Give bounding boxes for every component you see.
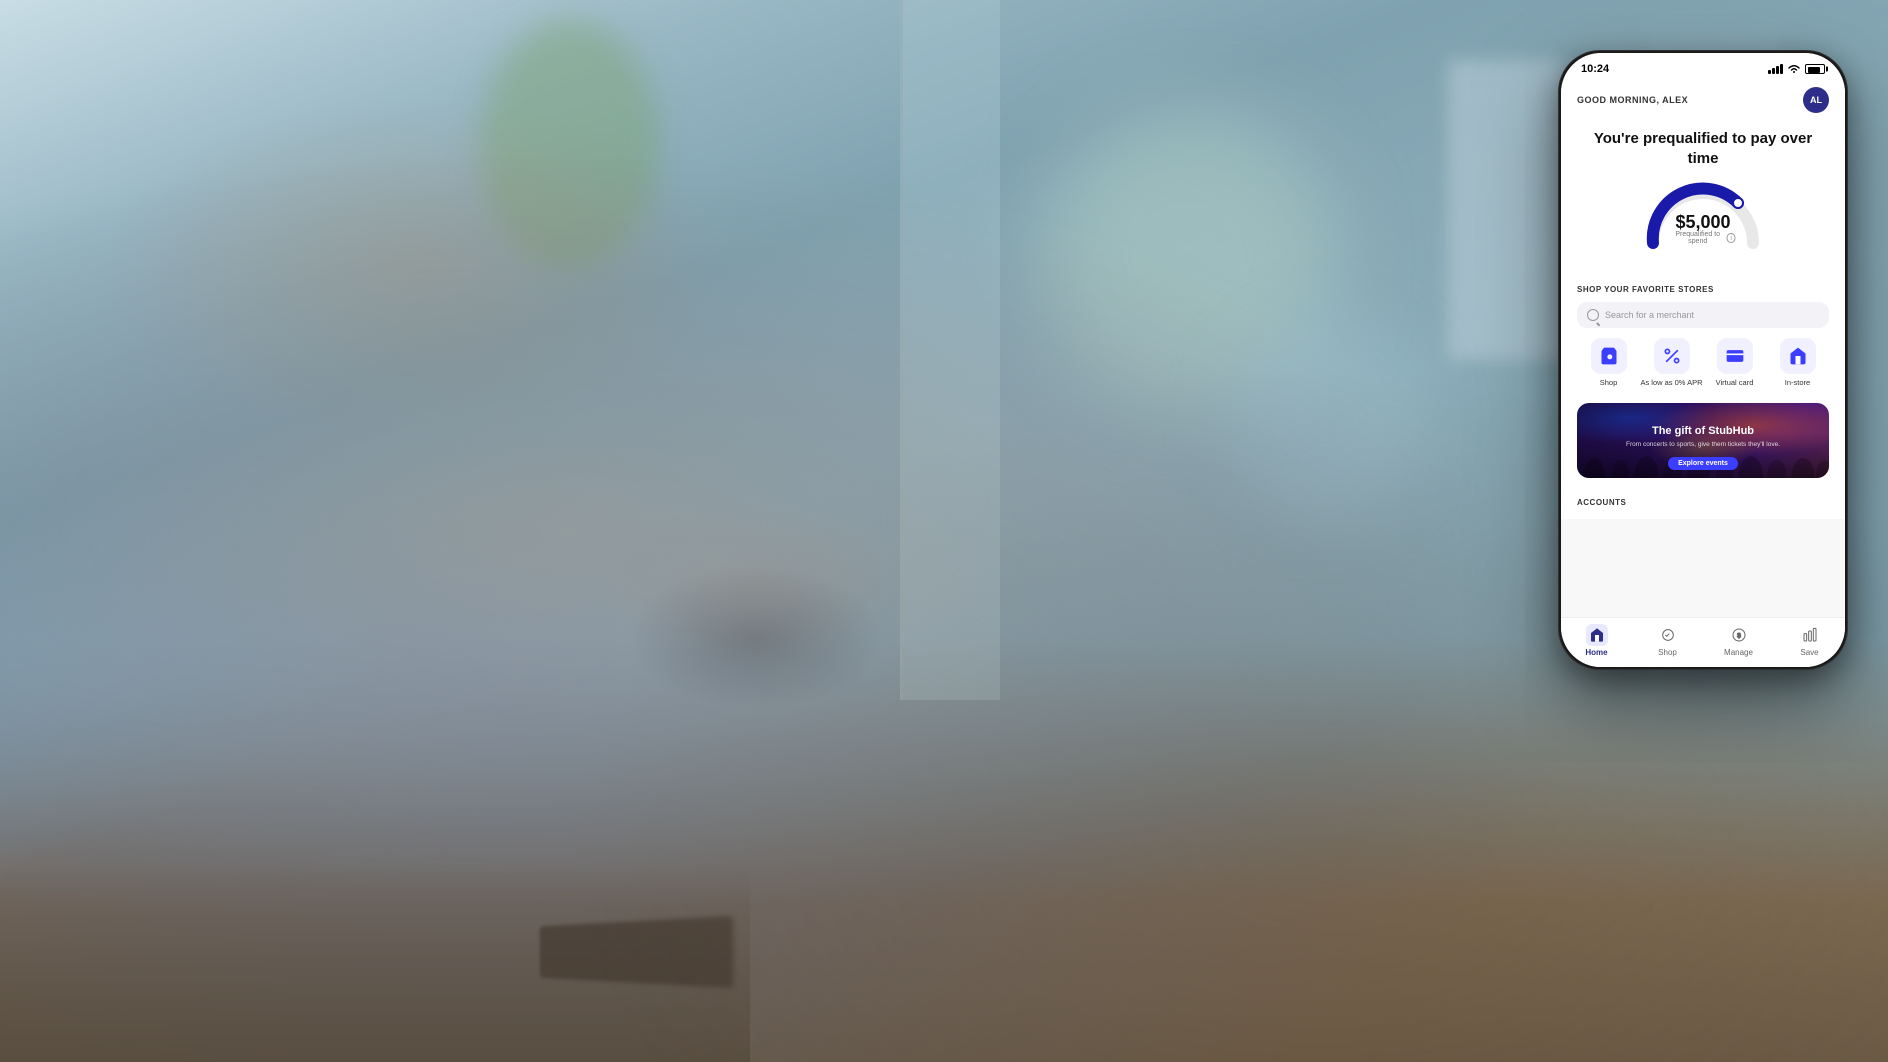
nav-item-shop[interactable]: Shop	[1632, 624, 1703, 657]
virtual-card-icon	[1717, 338, 1753, 374]
virtual-card-label: Virtual card	[1716, 378, 1754, 387]
save-nav-label: Save	[1800, 648, 1818, 657]
search-icon	[1587, 309, 1599, 321]
explore-events-button[interactable]: Explore events	[1668, 457, 1738, 470]
home-icon	[1586, 624, 1608, 646]
promo-content: The gift of StubHub From concerts to spo…	[1577, 425, 1829, 470]
nav-item-manage[interactable]: $ Manage	[1703, 624, 1774, 657]
phone-wrapper: 10:24	[1558, 50, 1848, 670]
category-apr[interactable]: As low as 0% APR	[1640, 338, 1703, 387]
nav-item-save[interactable]: Save	[1774, 624, 1845, 657]
battery-icon	[1805, 64, 1825, 74]
status-bar: 10:24	[1561, 53, 1845, 79]
gauge-label-text: Prequalified to spend i	[1671, 231, 1736, 245]
avatar-initials: AL	[1810, 95, 1822, 105]
bottom-nav: Home Shop $	[1561, 617, 1845, 667]
manage-nav-label: Manage	[1724, 648, 1753, 657]
app-header: GOOD MORNING, ALEX AL	[1561, 79, 1845, 119]
shop-nav-icon	[1657, 624, 1679, 646]
gauge-amount: $5,000 Prequalified to spend i	[1671, 213, 1736, 245]
apr-label: As low as 0% APR	[1640, 378, 1702, 387]
shop-label: Shop	[1600, 378, 1618, 387]
category-virtual-card[interactable]: Virtual card	[1703, 338, 1766, 387]
shop-icon	[1591, 338, 1627, 374]
shop-section-title: SHOP YOUR FAVORITE STORES	[1577, 285, 1829, 294]
info-icon[interactable]: i	[1727, 233, 1736, 243]
in-store-icon	[1780, 338, 1816, 374]
category-in-store[interactable]: In-store	[1766, 338, 1829, 387]
gauge-value: $5,000	[1671, 213, 1736, 231]
avatar[interactable]: AL	[1803, 87, 1829, 113]
apr-icon	[1654, 338, 1690, 374]
greeting-text: GOOD MORNING, ALEX	[1577, 95, 1688, 105]
shop-nav-label: Shop	[1658, 648, 1677, 657]
status-icons	[1768, 64, 1825, 74]
promo-subtitle: From concerts to sports, give them ticke…	[1577, 441, 1829, 448]
in-store-label: In-store	[1785, 378, 1810, 387]
signal-bars-icon	[1768, 64, 1783, 74]
merchant-search-bar[interactable]: Search for a merchant	[1577, 302, 1829, 328]
phone-frame: 10:24	[1558, 50, 1848, 670]
promo-banner[interactable]: The gift of StubHub From concerts to spo…	[1577, 403, 1829, 478]
gauge-container: $5,000 Prequalified to spend i	[1638, 178, 1768, 253]
wifi-icon	[1787, 64, 1801, 74]
hero-section: You're prequalified to pay over time $5,…	[1561, 119, 1845, 269]
shop-section: SHOP YOUR FAVORITE STORES Search for a m…	[1561, 275, 1845, 397]
save-nav-icon	[1799, 624, 1821, 646]
categories-row: Shop As low as 0% APR	[1577, 338, 1829, 387]
nav-item-home[interactable]: Home	[1561, 624, 1632, 657]
manage-nav-icon: $	[1728, 624, 1750, 646]
status-time: 10:24	[1581, 63, 1609, 75]
category-shop[interactable]: Shop	[1577, 338, 1640, 387]
search-placeholder-text: Search for a merchant	[1605, 310, 1694, 320]
accounts-section: ACCOUNTS	[1561, 490, 1845, 519]
phone-screen: 10:24	[1561, 53, 1845, 667]
svg-text:$: $	[1737, 633, 1741, 640]
home-nav-label: Home	[1585, 648, 1607, 657]
accounts-title: ACCOUNTS	[1577, 498, 1829, 507]
hero-title: You're prequalified to pay over time	[1577, 129, 1829, 168]
promo-title: The gift of StubHub	[1577, 425, 1829, 437]
